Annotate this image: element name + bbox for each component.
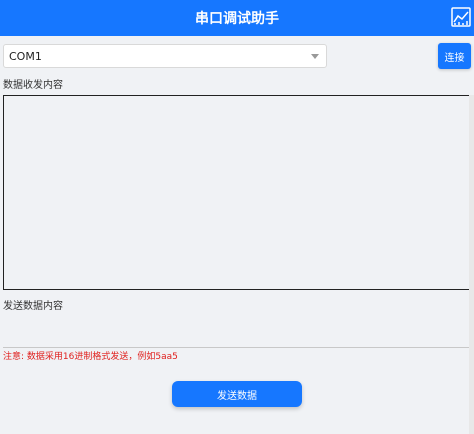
page-title: 串口调试助手 bbox=[195, 11, 279, 27]
scrollbar[interactable] bbox=[469, 95, 474, 434]
app-header: 串口调试助手 bbox=[0, 0, 474, 36]
send-button[interactable]: 发送数据 bbox=[172, 381, 302, 407]
chart-icon[interactable] bbox=[450, 6, 472, 28]
receive-label: 数据收发内容 bbox=[3, 80, 63, 91]
chevron-down-icon bbox=[311, 54, 319, 59]
connect-button[interactable]: 连接 bbox=[438, 43, 471, 69]
port-select-value: COM1 bbox=[9, 49, 42, 63]
receive-textarea[interactable] bbox=[3, 95, 471, 290]
send-label: 发送数据内容 bbox=[3, 301, 63, 312]
send-input[interactable] bbox=[3, 312, 471, 348]
port-select[interactable]: COM1 bbox=[3, 44, 327, 68]
format-note: 注意: 数据采用16进制格式发送，例如5aa5 bbox=[3, 352, 178, 362]
